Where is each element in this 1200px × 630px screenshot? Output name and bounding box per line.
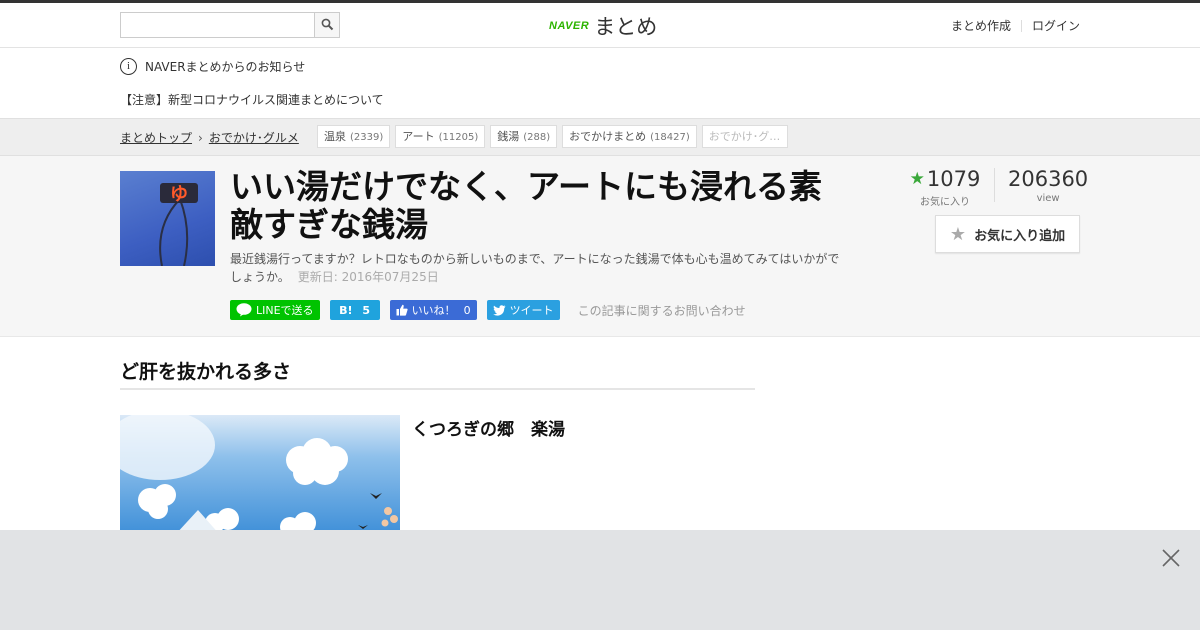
breadcrumb-top-link[interactable]: まとめトップ [120, 129, 192, 146]
tag-label: 温泉 [324, 130, 346, 143]
tag-odekake-gourmet[interactable]: おでかけ･グ… [701, 125, 788, 148]
tag-odekake-matome[interactable]: おでかけまとめ (18427) [562, 125, 697, 148]
star-icon: ★ [909, 169, 925, 189]
tag-count: (288) [523, 132, 551, 143]
search-icon [321, 18, 334, 31]
line-share-button[interactable]: LINEで送る [230, 300, 320, 320]
article-description: 最近銭湯行ってますか？レトロなものから新しいものまで、アートになった銭湯で体も心… [230, 250, 850, 286]
info-icon: i [120, 58, 137, 75]
site-header: NAVER まとめ まとめ作成 ログイン [0, 3, 1200, 48]
sento-sign-image: ゆ [159, 183, 198, 266]
tag-label: アート [402, 130, 435, 143]
tag-count: (2339) [350, 132, 384, 143]
updated-date: 更新日: 2016年07月25日 [297, 270, 439, 284]
favorites-label: お気に入り [920, 197, 970, 208]
add-favorite-button[interactable]: ★ お気に入り追加 [935, 215, 1080, 253]
close-ad-button[interactable] [1161, 548, 1181, 568]
tag-count: (18427) [650, 132, 690, 143]
create-matome-link[interactable]: まとめ作成 [951, 17, 1011, 34]
tweet-button[interactable]: ツイート [486, 300, 560, 320]
search-input[interactable] [121, 13, 315, 37]
breadcrumb-category-link[interactable]: おでかけ･グルメ [209, 129, 299, 146]
social-buttons: LINEで送る B! 5 いいね！ 0 ツイート この記事に関するお問い合わせ [230, 300, 746, 320]
tag-label: 銭湯 [497, 130, 520, 143]
tag-onsen[interactable]: 温泉 (2339) [317, 125, 391, 148]
tag-count: (11205) [438, 132, 479, 143]
header-links: まとめ作成 ログイン [951, 17, 1080, 34]
twitter-bird-icon [492, 304, 506, 316]
article-header: ゆ いい湯だけでなく、アートにも浸れる素敵すぎな銭湯 最近銭湯行ってますか？レト… [0, 156, 1200, 337]
logo-service: まとめ [594, 15, 658, 39]
contact-link[interactable]: この記事に関するお問い合わせ [578, 302, 746, 319]
favorites-stat: ★ 1079 お気に入り [909, 167, 981, 208]
star-outline-icon: ★ [949, 223, 967, 245]
breadcrumb: まとめトップ › おでかけ･グルメ [120, 129, 299, 146]
tag-label: おでかけまとめ [569, 130, 647, 143]
tag-label: おでかけ･グ… [708, 130, 781, 143]
ad-banner [0, 530, 1200, 630]
views-label: view [1036, 193, 1060, 204]
item-title: くつろぎの郷 楽湯 [412, 420, 565, 440]
breadcrumb-bar: まとめトップ › おでかけ･グルメ 温泉 (2339) アート (11205) 銭湯… [0, 118, 1200, 156]
favorites-count: 1079 [926, 167, 981, 191]
section-heading: ど肝を抜かれる多さ [120, 357, 755, 390]
article-stats: ★ 1079 お気に入り 206360 view [909, 167, 1088, 208]
hatena-bookmark-button[interactable]: B! 5 [329, 300, 380, 320]
article-thumbnail[interactable]: ゆ [120, 171, 215, 266]
article-title: いい湯だけでなく、アートにも浸れる素敵すぎな銭湯 [230, 167, 823, 244]
views-count: 206360 [1008, 167, 1089, 191]
tag-sento[interactable]: 銭湯 (288) [490, 125, 558, 148]
hatena-count: 5 [362, 303, 371, 317]
search-box [120, 12, 340, 38]
add-favorite-label: お気に入り追加 [974, 228, 1066, 244]
tweet-label: ツイート [509, 304, 554, 317]
logo-brand: NAVER [549, 20, 590, 32]
facebook-like-count: 0 [463, 303, 471, 317]
close-icon [1162, 549, 1180, 567]
tag-art[interactable]: アート (11205) [395, 125, 486, 148]
login-link[interactable]: ログイン [1032, 17, 1080, 34]
thumbs-up-icon [396, 304, 408, 316]
site-logo[interactable]: NAVER まとめ [549, 11, 657, 41]
line-share-label: LINEで送る [256, 304, 314, 317]
notice-title-text: NAVERまとめからのお知らせ [145, 60, 306, 74]
search-button[interactable] [314, 13, 339, 37]
header-link-divider [1020, 19, 1022, 32]
notice-alert-link[interactable]: 【注意】新型コロナウイルス関連まとめについて [120, 91, 384, 108]
bathhouse-mural-image [120, 415, 398, 535]
item-image[interactable] [120, 415, 400, 535]
notice-title[interactable]: i NAVERまとめからのお知らせ [120, 58, 305, 75]
tag-list: 温泉 (2339) アート (11205) 銭湯 (288) おでかけまとめ (1842… [317, 125, 793, 148]
facebook-like-button[interactable]: いいね！ 0 [389, 300, 477, 320]
views-stat: 206360 view [1008, 168, 1088, 208]
line-icon [236, 303, 252, 317]
stats-divider [994, 168, 995, 202]
hatena-icon: B! [339, 303, 353, 317]
sign-text: ゆ [170, 184, 188, 205]
facebook-like-label: いいね！ [411, 304, 456, 317]
chevron-right-icon: › [198, 130, 203, 145]
